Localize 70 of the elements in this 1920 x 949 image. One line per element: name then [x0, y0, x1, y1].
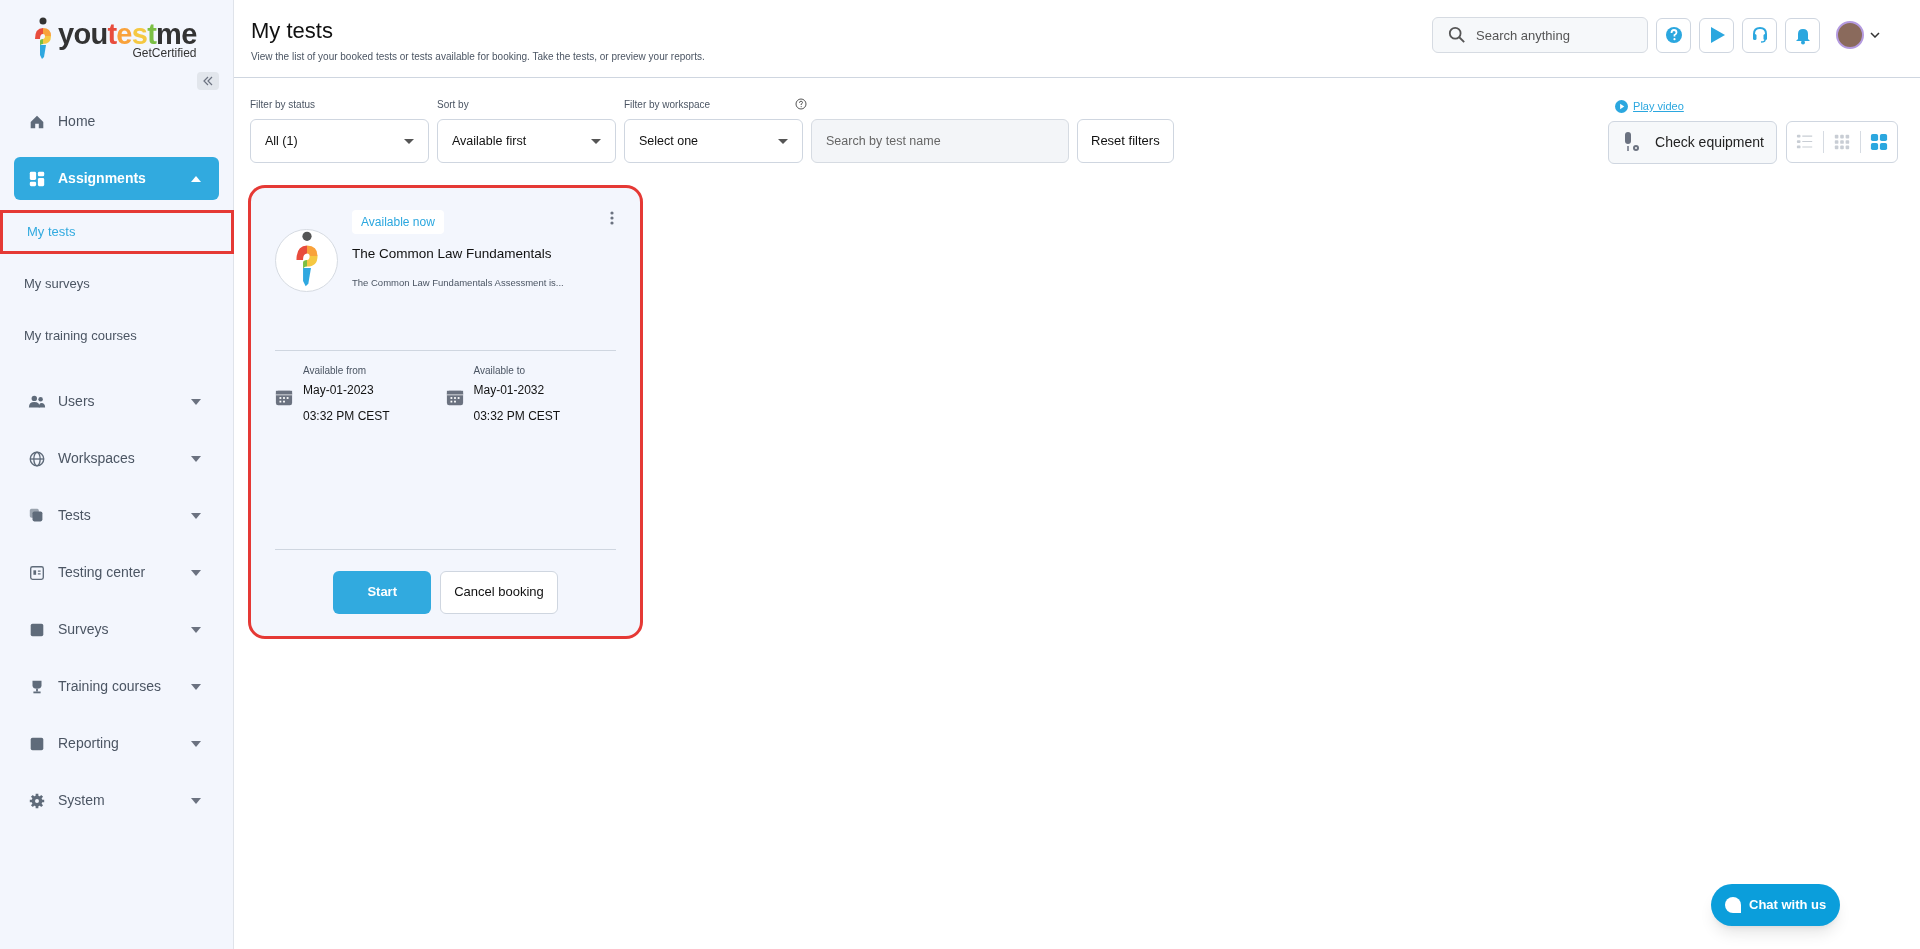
- caret-down-icon: [191, 569, 201, 576]
- logo-figure-icon: [32, 17, 54, 61]
- filter-label: Filter by workspace: [624, 97, 711, 112]
- test-description: The Common Law Fundamentals Assessment is...: [352, 275, 565, 290]
- question-icon: [1663, 25, 1684, 45]
- chevron-down-icon: [1870, 32, 1880, 38]
- sidebar-item[interactable]: Tests: [14, 494, 219, 537]
- sidebar-item[interactable]: Reporting: [14, 722, 219, 765]
- search-field[interactable]: Search anything: [1432, 17, 1648, 53]
- caret-down-icon: [191, 455, 201, 462]
- double-chevron-left-icon: [203, 76, 213, 86]
- calendar-board-icon: [28, 563, 46, 582]
- sidebar-item[interactable]: System: [14, 779, 219, 822]
- date-value: May-01-2023: [303, 382, 375, 400]
- time-value: 03:32 PM CEST: [303, 408, 390, 426]
- sidebar-subitem[interactable]: My surveys: [0, 262, 234, 306]
- filter-dropdown[interactable]: Available first: [437, 119, 616, 163]
- caret-up-icon: [191, 175, 201, 182]
- caret-down-icon: [191, 398, 201, 405]
- cancel-booking-button[interactable]: Cancel booking: [440, 570, 558, 614]
- sidebar-item[interactable]: Training courses: [14, 665, 219, 708]
- reset-filters-button[interactable]: Reset filters: [1077, 119, 1174, 163]
- cards-view-button[interactable]: [1869, 132, 1889, 152]
- play-circle-icon: [1615, 99, 1629, 113]
- help-button[interactable]: [1656, 17, 1691, 53]
- filter-dropdown[interactable]: All (1): [250, 119, 429, 163]
- chat-bubble-icon: [1725, 897, 1741, 913]
- calendar-icon: [445, 389, 464, 408]
- caret-down-icon: [191, 683, 201, 690]
- date-label: Available from: [303, 364, 368, 379]
- dropdown-arrow-icon: [591, 138, 601, 144]
- help-circle-icon: [795, 98, 807, 110]
- gear-icon: [28, 791, 46, 810]
- notifications-button[interactable]: [1785, 17, 1820, 53]
- collapse-sidebar-button[interactable]: [197, 72, 219, 90]
- date-label: Available to: [473, 364, 527, 379]
- dropdown-arrow-icon: [404, 138, 414, 144]
- logo-wordmark: youtestme: [58, 19, 197, 49]
- sidebar-item[interactable]: Home: [14, 100, 219, 143]
- play-button[interactable]: [1699, 17, 1734, 53]
- check-equipment-button[interactable]: Check equipment: [1608, 120, 1777, 164]
- support-button[interactable]: [1742, 17, 1777, 53]
- dashboard-icon: [28, 169, 46, 188]
- status-badge: Available now: [352, 209, 444, 234]
- caret-down-icon: [191, 626, 201, 633]
- filter-label: Sort by: [437, 97, 469, 112]
- date-value: May-01-2032: [473, 382, 546, 400]
- page-title: My tests: [251, 17, 334, 45]
- caret-down-icon: [191, 512, 201, 519]
- test-title: The Common Law Fundamentals: [352, 244, 553, 263]
- test-search-field[interactable]: Search by test name: [811, 119, 1069, 163]
- filter-label: Filter by status: [250, 97, 316, 112]
- user-avatar[interactable]: [1836, 21, 1864, 49]
- calendar-icon: [275, 389, 293, 408]
- logo-tagline: GetCertified: [132, 46, 197, 59]
- sidebar-item[interactable]: Workspaces: [14, 437, 219, 480]
- search-icon: [1448, 26, 1466, 44]
- time-value: 03:32 PM CEST: [473, 408, 561, 426]
- page-subtitle: View the list of your booked tests or tests available for booking. Take the tests, or preview your reports.: [251, 50, 705, 64]
- globe-icon: [28, 449, 46, 468]
- sidebar-item[interactable]: Surveys: [14, 608, 219, 651]
- sidebar-subitem[interactable]: My training courses: [0, 314, 234, 358]
- caret-down-icon: [191, 740, 201, 747]
- filter-dropdown[interactable]: Select one: [624, 119, 803, 163]
- sidebar-item[interactable]: Users: [14, 380, 219, 423]
- sidebar-item[interactable]: Testing center: [14, 551, 219, 594]
- caret-down-icon: [191, 797, 201, 804]
- more-options-button[interactable]: [608, 209, 616, 226]
- dropdown-arrow-icon: [778, 138, 788, 144]
- grid-view-button[interactable]: [1832, 132, 1852, 152]
